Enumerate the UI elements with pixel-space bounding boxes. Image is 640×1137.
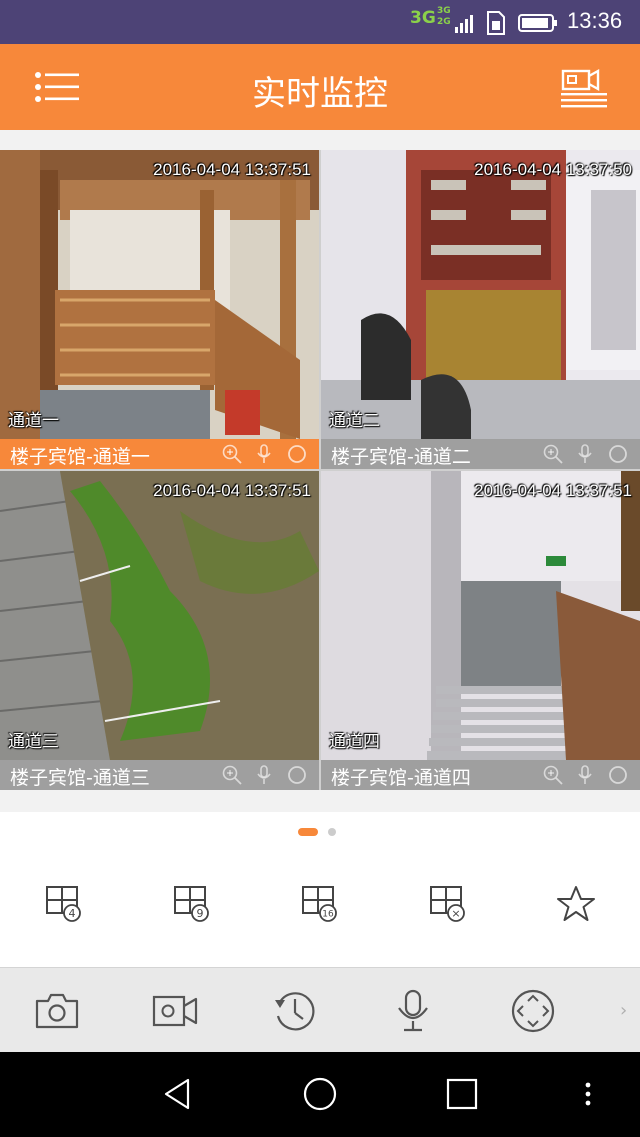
talk-microphone-icon[interactable] xyxy=(390,988,436,1034)
tile-caption-bar: 楼子宾馆-通道四 xyxy=(321,760,640,790)
video-timestamp: 2016-04-04 13:37:51 xyxy=(153,481,311,500)
app-header: 实时监控 xyxy=(0,44,640,130)
network-top-label: 3G xyxy=(437,6,451,16)
video-tile-channel-1[interactable]: 2016-04-04 13:37:51 通道一 楼子宾馆-通道一 xyxy=(0,150,319,469)
svg-text:×: × xyxy=(451,907,460,920)
video-tile-channel-3[interactable]: 2016-04-04 13:37:51 通道三 楼子宾馆-通道三 xyxy=(0,471,319,790)
grid-16-icon[interactable]: 16 xyxy=(300,884,340,924)
zoom-icon[interactable] xyxy=(543,444,563,464)
zoom-icon[interactable] xyxy=(543,765,563,785)
back-triangle-icon[interactable] xyxy=(160,1076,196,1112)
tile-caption-name: 楼子宾馆-通道三 xyxy=(10,767,150,789)
ptz-direction-icon[interactable] xyxy=(510,988,556,1034)
record-circle-icon[interactable] xyxy=(287,765,307,785)
network-3g-label: 3G xyxy=(410,8,436,28)
page-indicator-active[interactable] xyxy=(298,828,318,836)
channel-overlay-label: 通道三 xyxy=(8,732,59,752)
recents-square-icon[interactable] xyxy=(444,1076,480,1112)
tile-caption-bar: 楼子宾馆-通道一 xyxy=(0,439,319,469)
page-indicator-dot[interactable] xyxy=(328,828,336,836)
grid-4-icon[interactable]: 4 xyxy=(44,884,84,924)
video-timestamp: 2016-04-04 13:37:51 xyxy=(153,160,311,179)
svg-text:16: 16 xyxy=(322,910,334,920)
video-grid: 2016-04-04 13:37:51 通道一 楼子宾馆-通道一 2016-04… xyxy=(0,150,640,790)
sim-card-icon xyxy=(487,11,505,35)
recording-list-icon[interactable] xyxy=(560,68,608,108)
tile-caption-bar: 楼子宾馆-通道三 xyxy=(0,760,319,790)
camera-feed-image xyxy=(0,150,319,439)
network-dual-label: 3G 2G xyxy=(437,6,451,28)
network-bottom-label: 2G xyxy=(437,17,451,27)
camera-feed-image xyxy=(321,471,640,760)
video-tile-channel-2[interactable]: 2016-04-04 13:37:50 通道二 楼子宾馆-通道二 xyxy=(321,150,640,469)
video-timestamp: 2016-04-04 13:37:50 xyxy=(474,160,632,179)
microphone-icon[interactable] xyxy=(254,765,274,785)
svg-text:4: 4 xyxy=(69,907,76,920)
video-timestamp: 2016-04-04 13:37:51 xyxy=(474,481,632,500)
tile-caption-name: 楼子宾馆-通道四 xyxy=(331,767,471,789)
grid-9-icon[interactable]: 9 xyxy=(172,884,212,924)
battery-icon xyxy=(518,14,557,32)
playback-history-icon[interactable] xyxy=(272,988,318,1034)
signal-icon xyxy=(455,15,473,33)
record-circle-icon[interactable] xyxy=(608,765,628,785)
page-title: 实时监控 xyxy=(252,74,388,114)
channel-overlay-label: 通道四 xyxy=(329,732,380,752)
favorite-star-icon[interactable] xyxy=(556,884,596,924)
tile-caption-bar: 楼子宾馆-通道二 xyxy=(321,439,640,469)
camera-feed-image xyxy=(0,471,319,760)
snapshot-camera-icon[interactable] xyxy=(34,988,80,1034)
clock-time: 13:36 xyxy=(567,8,623,33)
tile-caption-name: 楼子宾馆-通道一 xyxy=(10,446,150,468)
tile-caption-name: 楼子宾馆-通道二 xyxy=(331,446,471,468)
record-circle-icon[interactable] xyxy=(608,444,628,464)
system-nav-bar xyxy=(0,1052,640,1137)
zoom-icon[interactable] xyxy=(222,444,242,464)
video-record-icon[interactable] xyxy=(152,988,198,1034)
microphone-icon[interactable] xyxy=(254,444,274,464)
more-vertical-icon[interactable] xyxy=(570,1076,606,1112)
toolbar-more-arrow[interactable]: › xyxy=(620,1000,627,1021)
status-bar: 3G 3G 2G 13:36 xyxy=(0,0,640,44)
svg-text:9: 9 xyxy=(197,907,204,920)
channel-overlay-label: 通道二 xyxy=(329,411,380,431)
control-toolbar: › xyxy=(0,967,640,1052)
grid-spacer xyxy=(0,790,640,812)
microphone-icon[interactable] xyxy=(575,444,595,464)
channel-overlay-label: 通道一 xyxy=(8,411,59,431)
zoom-icon[interactable] xyxy=(222,765,242,785)
camera-feed-image xyxy=(321,150,640,439)
microphone-icon[interactable] xyxy=(575,765,595,785)
record-circle-icon[interactable] xyxy=(287,444,307,464)
grid-close-icon[interactable]: × xyxy=(428,884,468,924)
video-tile-channel-4[interactable]: 2016-04-04 13:37:51 通道四 楼子宾馆-通道四 xyxy=(321,471,640,790)
home-circle-icon[interactable] xyxy=(302,1076,338,1112)
